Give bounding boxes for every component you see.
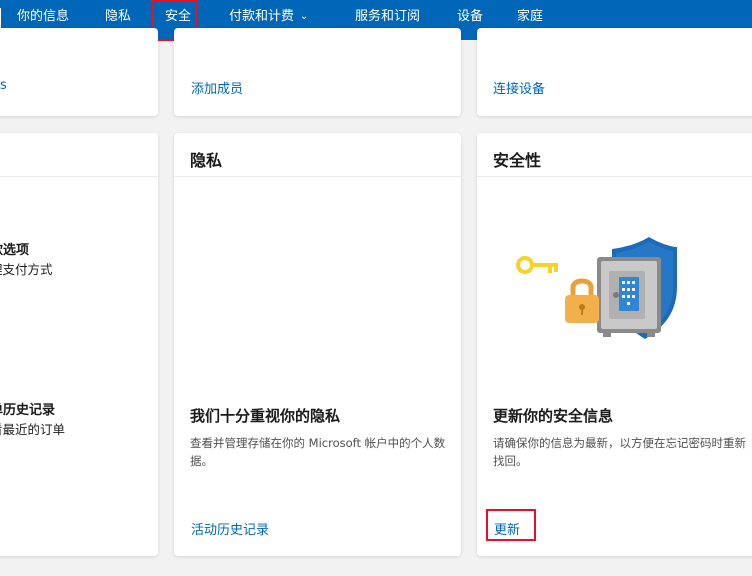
payment-options-title[interactable]: 款选项 bbox=[0, 239, 29, 258]
payment-card-separator bbox=[0, 176, 158, 177]
privacy-card: 隐私 我们十分重视你的隐私 查看并管理存储在你的 Microsoft 帐户中的个… bbox=[174, 133, 461, 556]
security-card: 安全性 更新你的安全信息 请确保你的信息为最新，以方便在忘记密码时重新找回。 更 bbox=[477, 133, 752, 556]
order-history-title[interactable]: 单历史记录 bbox=[0, 399, 55, 418]
add-member-link[interactable]: 添加成员 bbox=[191, 78, 243, 97]
security-illustration-icon bbox=[516, 237, 677, 339]
privacy-card-separator bbox=[174, 176, 461, 177]
security-description: 请确保你的信息为最新，以方便在忘记密码时重新找回。 bbox=[493, 436, 746, 468]
update-security-link[interactable]: 更新 bbox=[494, 519, 520, 538]
privacy-heading: 我们十分重视你的隐私 bbox=[190, 407, 341, 425]
privacy-description: 查看并管理存储在你的 Microsoft 帐户中的个人数据。 bbox=[190, 436, 446, 468]
security-card-separator bbox=[477, 176, 752, 177]
top-card-devices: 连接设备 bbox=[477, 28, 752, 116]
security-heading: 更新你的安全信息 bbox=[493, 407, 614, 425]
connect-device-link[interactable]: 连接设备 bbox=[493, 78, 545, 97]
top-card-family: 添加成员 bbox=[174, 28, 461, 116]
privacy-card-title: 隐私 bbox=[190, 151, 223, 170]
security-card-title: 安全性 bbox=[493, 151, 542, 170]
payment-card: 款选项 理支付方式 单历史记录 看最近的订单 bbox=[0, 133, 158, 556]
activity-history-link[interactable]: 活动历史记录 bbox=[191, 519, 269, 538]
top-left-link[interactable]: s bbox=[0, 78, 7, 93]
nav-item-payment-billing-label: 付款和计费 bbox=[229, 9, 295, 24]
nav-divider bbox=[0, 8, 1, 30]
payment-options-subtitle: 理支付方式 bbox=[0, 262, 53, 277]
order-history-subtitle: 看最近的订单 bbox=[0, 422, 66, 437]
top-card-left: s bbox=[0, 28, 158, 116]
